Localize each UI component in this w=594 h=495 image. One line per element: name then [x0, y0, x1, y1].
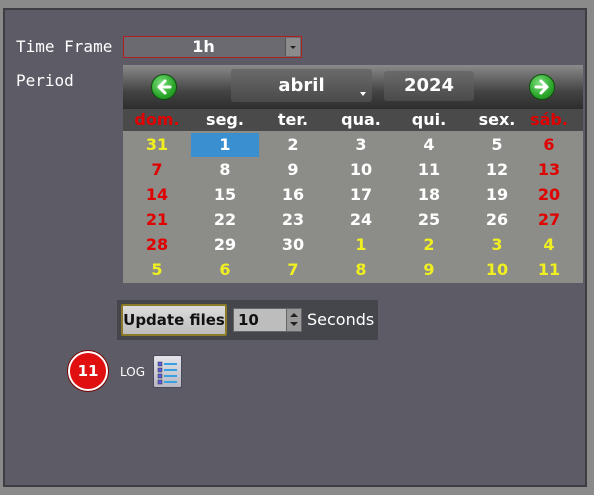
- next-month-button[interactable]: [529, 74, 555, 100]
- calendar-day[interactable]: 31: [123, 133, 191, 157]
- calendar-day[interactable]: 21: [123, 208, 191, 232]
- calendar-day[interactable]: 4: [515, 233, 583, 257]
- calendar-day[interactable]: 15: [191, 183, 259, 207]
- chevron-down-icon[interactable]: [285, 38, 300, 56]
- time-frame-value: 1h: [192, 37, 215, 56]
- spin-buttons[interactable]: [286, 309, 301, 331]
- main-window: Time Frame Period 1h abril 2024 dom. seg…: [3, 8, 587, 487]
- calendar: abril 2024 dom. seg. ter. qua. qui. sex.…: [123, 65, 583, 283]
- calendar-day[interactable]: 7: [123, 158, 191, 182]
- weekday-label: sáb.: [530, 110, 568, 129]
- calendar-day[interactable]: 30: [259, 233, 327, 257]
- calendar-day[interactable]: 20: [515, 183, 583, 207]
- calendar-day[interactable]: 23: [259, 208, 327, 232]
- time-frame-label: Time Frame: [16, 37, 113, 56]
- calendar-day[interactable]: 3: [327, 133, 395, 157]
- period-label: Period: [16, 71, 74, 90]
- weekday-label: qui.: [411, 110, 447, 129]
- calendar-day[interactable]: 22: [191, 208, 259, 232]
- calendar-day[interactable]: 13: [515, 158, 583, 182]
- calendar-grid: 31 1 2 3 4 5 6 7 8 9 10 11 12 13 14 15 1…: [123, 133, 583, 283]
- calendar-day[interactable]: 11: [515, 258, 583, 282]
- spin-up-icon[interactable]: [290, 313, 298, 317]
- calendar-day[interactable]: 28: [123, 233, 191, 257]
- chevron-down-icon: [360, 92, 366, 96]
- calendar-day-selected[interactable]: 1: [191, 133, 259, 157]
- arrow-right-icon: [534, 79, 549, 95]
- calendar-day[interactable]: 18: [395, 183, 463, 207]
- prev-month-button[interactable]: [151, 74, 177, 100]
- calendar-header: abril 2024: [123, 65, 583, 109]
- calendar-day[interactable]: 27: [515, 208, 583, 232]
- arrow-left-icon: [157, 79, 172, 95]
- calendar-day[interactable]: 5: [123, 258, 191, 282]
- month-select[interactable]: abril: [231, 69, 372, 102]
- calendar-day[interactable]: 29: [191, 233, 259, 257]
- calendar-day[interactable]: 14: [123, 183, 191, 207]
- calendar-day[interactable]: 17: [327, 183, 395, 207]
- spin-down-icon[interactable]: [290, 322, 298, 326]
- calendar-day[interactable]: 24: [327, 208, 395, 232]
- calendar-day[interactable]: 4: [395, 133, 463, 157]
- log-count-badge: 11: [68, 351, 108, 391]
- calendar-day[interactable]: 7: [259, 258, 327, 282]
- calendar-day[interactable]: 9: [259, 158, 327, 182]
- log-label: LOG: [120, 365, 146, 379]
- seconds-label: Seconds: [307, 310, 375, 329]
- update-files-button[interactable]: Update files: [121, 304, 227, 336]
- log-list-icon[interactable]: [153, 355, 182, 388]
- calendar-day[interactable]: 2: [259, 133, 327, 157]
- calendar-day[interactable]: 25: [395, 208, 463, 232]
- calendar-day[interactable]: 16: [259, 183, 327, 207]
- weekday-label: qua.: [341, 110, 381, 129]
- calendar-day[interactable]: 6: [515, 133, 583, 157]
- calendar-day[interactable]: 8: [327, 258, 395, 282]
- year-select[interactable]: 2024: [384, 71, 474, 101]
- weekday-label: ter.: [277, 110, 309, 129]
- weekday-label: dom.: [134, 110, 180, 129]
- year-label: 2024: [403, 75, 455, 96]
- interval-spinbox[interactable]: 10: [233, 308, 302, 332]
- month-label: abril: [278, 75, 325, 96]
- calendar-day[interactable]: 11: [395, 158, 463, 182]
- update-panel: Update files 10 Seconds: [117, 300, 378, 340]
- interval-value[interactable]: 10: [238, 309, 259, 331]
- calendar-day[interactable]: 8: [191, 158, 259, 182]
- time-frame-select[interactable]: 1h: [123, 36, 302, 58]
- calendar-day[interactable]: 10: [327, 158, 395, 182]
- list-icon: [157, 361, 177, 385]
- weekday-header: dom. seg. ter. qua. qui. sex. sáb.: [123, 109, 583, 131]
- calendar-day[interactable]: 6: [191, 258, 259, 282]
- calendar-day[interactable]: 2: [395, 233, 463, 257]
- weekday-label: seg.: [206, 110, 244, 129]
- calendar-day[interactable]: 9: [395, 258, 463, 282]
- calendar-day[interactable]: 1: [327, 233, 395, 257]
